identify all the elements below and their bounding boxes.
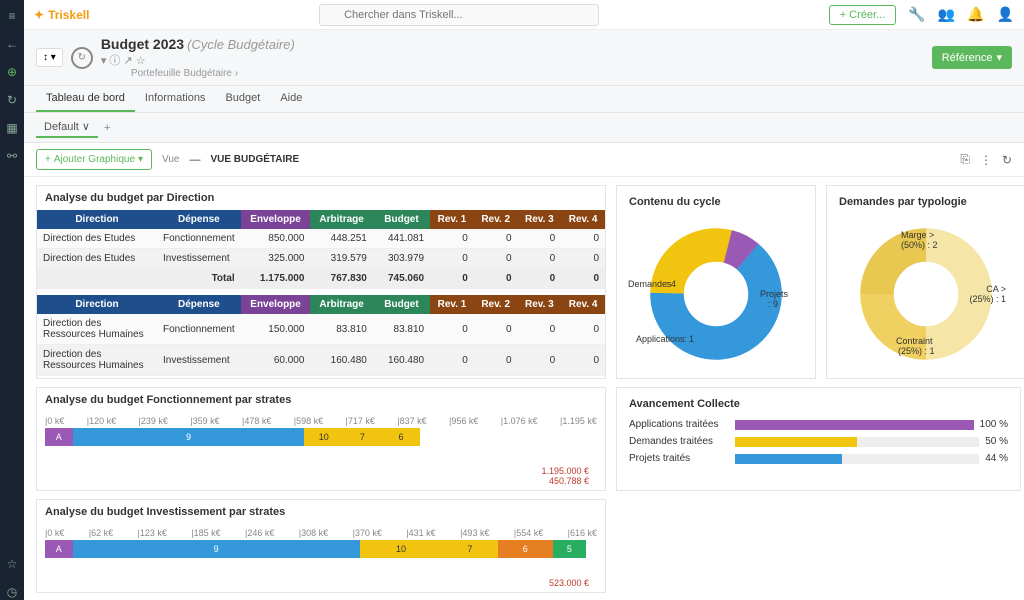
reload-icon[interactable]: ↻ [1002, 153, 1012, 167]
back-icon[interactable]: ← [4, 36, 20, 52]
add-chart-button[interactable]: + Ajouter Graphique ▾ [36, 149, 152, 170]
breadcrumb[interactable]: Portefeuille Budgétaire › [131, 68, 295, 79]
donut-cycle: Projets: 9 Demandes: 4 Applications: 1 [621, 214, 811, 374]
sub-tabs: Default ∨ + [24, 113, 1024, 143]
save-icon[interactable]: ⎘ [960, 152, 970, 167]
add-subtab[interactable]: + [104, 122, 110, 134]
grid-icon[interactable]: ▦ [4, 120, 20, 136]
wrench-icon[interactable]: 🔧 [908, 6, 925, 23]
create-button[interactable]: + Créer... [829, 5, 897, 25]
table-row-total: Total1.175.000767.830745.0600000 [37, 269, 605, 289]
star-icon[interactable]: ☆ [4, 556, 20, 572]
budget-table-1: DirectionDépense EnveloppeArbitrageBudge… [37, 210, 605, 289]
tab-help[interactable]: Aide [270, 86, 312, 112]
main-tabs: Tableau de bord Informations Budget Aide [24, 86, 1024, 113]
left-sidebar: ≡ ← ⊕ ↻ ▦ ⚯ ☆ ◷ [0, 0, 24, 600]
donut-typo: Marge >(50%) : 2 CA >(25%) : 1 Contraint… [831, 214, 1021, 374]
page-header: ↕ ▾ ↻ Budget 2023 (Cycle Budgétaire) ▾ ⓘ… [24, 30, 1024, 86]
refresh-circle-icon[interactable]: ↻ [71, 47, 93, 69]
panel-demandes-typo: Demandes par typologie Marge >(50%) : 2 … [826, 185, 1024, 379]
panel-strata-fonct: Analyse du budget Fonctionnement par str… [36, 387, 606, 491]
subtab-default[interactable]: Default ∨ [36, 117, 98, 138]
tab-info[interactable]: Informations [135, 86, 216, 112]
panel-avancement: Avancement Collecte Applications traitée… [616, 387, 1021, 491]
logo: ✦ Triskell [34, 8, 89, 22]
more-icon[interactable]: ⋮ [980, 153, 992, 167]
link-icon[interactable]: ⚯ [4, 148, 20, 164]
clock-icon[interactable]: ◷ [4, 584, 20, 600]
panel-budget-direction: Analyse du budget par Direction Directio… [36, 185, 606, 379]
refresh-icon[interactable]: ↻ [4, 92, 20, 108]
toolbar: + Ajouter Graphique ▾ Vue — VUE BUDGÉTAI… [24, 143, 1024, 177]
menu-icon[interactable]: ≡ [4, 8, 20, 24]
table-row: Direction des Ressources HumainesInvesti… [37, 345, 605, 376]
user-icon[interactable]: 👤 [997, 6, 1014, 23]
nav-toggle[interactable]: ↕ ▾ [36, 48, 63, 67]
page-title: Budget 2023 [101, 36, 184, 52]
page-subtitle: (Cycle Budgétaire) [187, 37, 295, 52]
tab-budget[interactable]: Budget [215, 86, 270, 112]
users-icon[interactable]: 👥 [938, 6, 955, 23]
topbar: ✦ Triskell + Créer... 🔧 👥 🔔 👤 [24, 0, 1024, 30]
table-row: Direction des EtudesInvestissement325.00… [37, 249, 605, 269]
search-input[interactable] [319, 4, 599, 26]
tab-dashboard[interactable]: Tableau de bord [36, 86, 135, 112]
globe-icon[interactable]: ⊕ [4, 64, 20, 80]
bell-icon[interactable]: 🔔 [967, 6, 984, 23]
table-row: Direction des EtudesFonctionnement850.00… [37, 229, 605, 249]
panel-cycle-content: Contenu du cycle Projets: 9 Demandes: 4 … [616, 185, 816, 379]
panel-strata-invest: Analyse du budget Investissement par str… [36, 499, 606, 593]
reference-button[interactable]: Référence ▾ [932, 46, 1012, 69]
budget-table-2: DirectionDépense EnveloppeArbitrageBudge… [37, 295, 605, 376]
table-row: Direction des Ressources HumainesFonctio… [37, 314, 605, 345]
